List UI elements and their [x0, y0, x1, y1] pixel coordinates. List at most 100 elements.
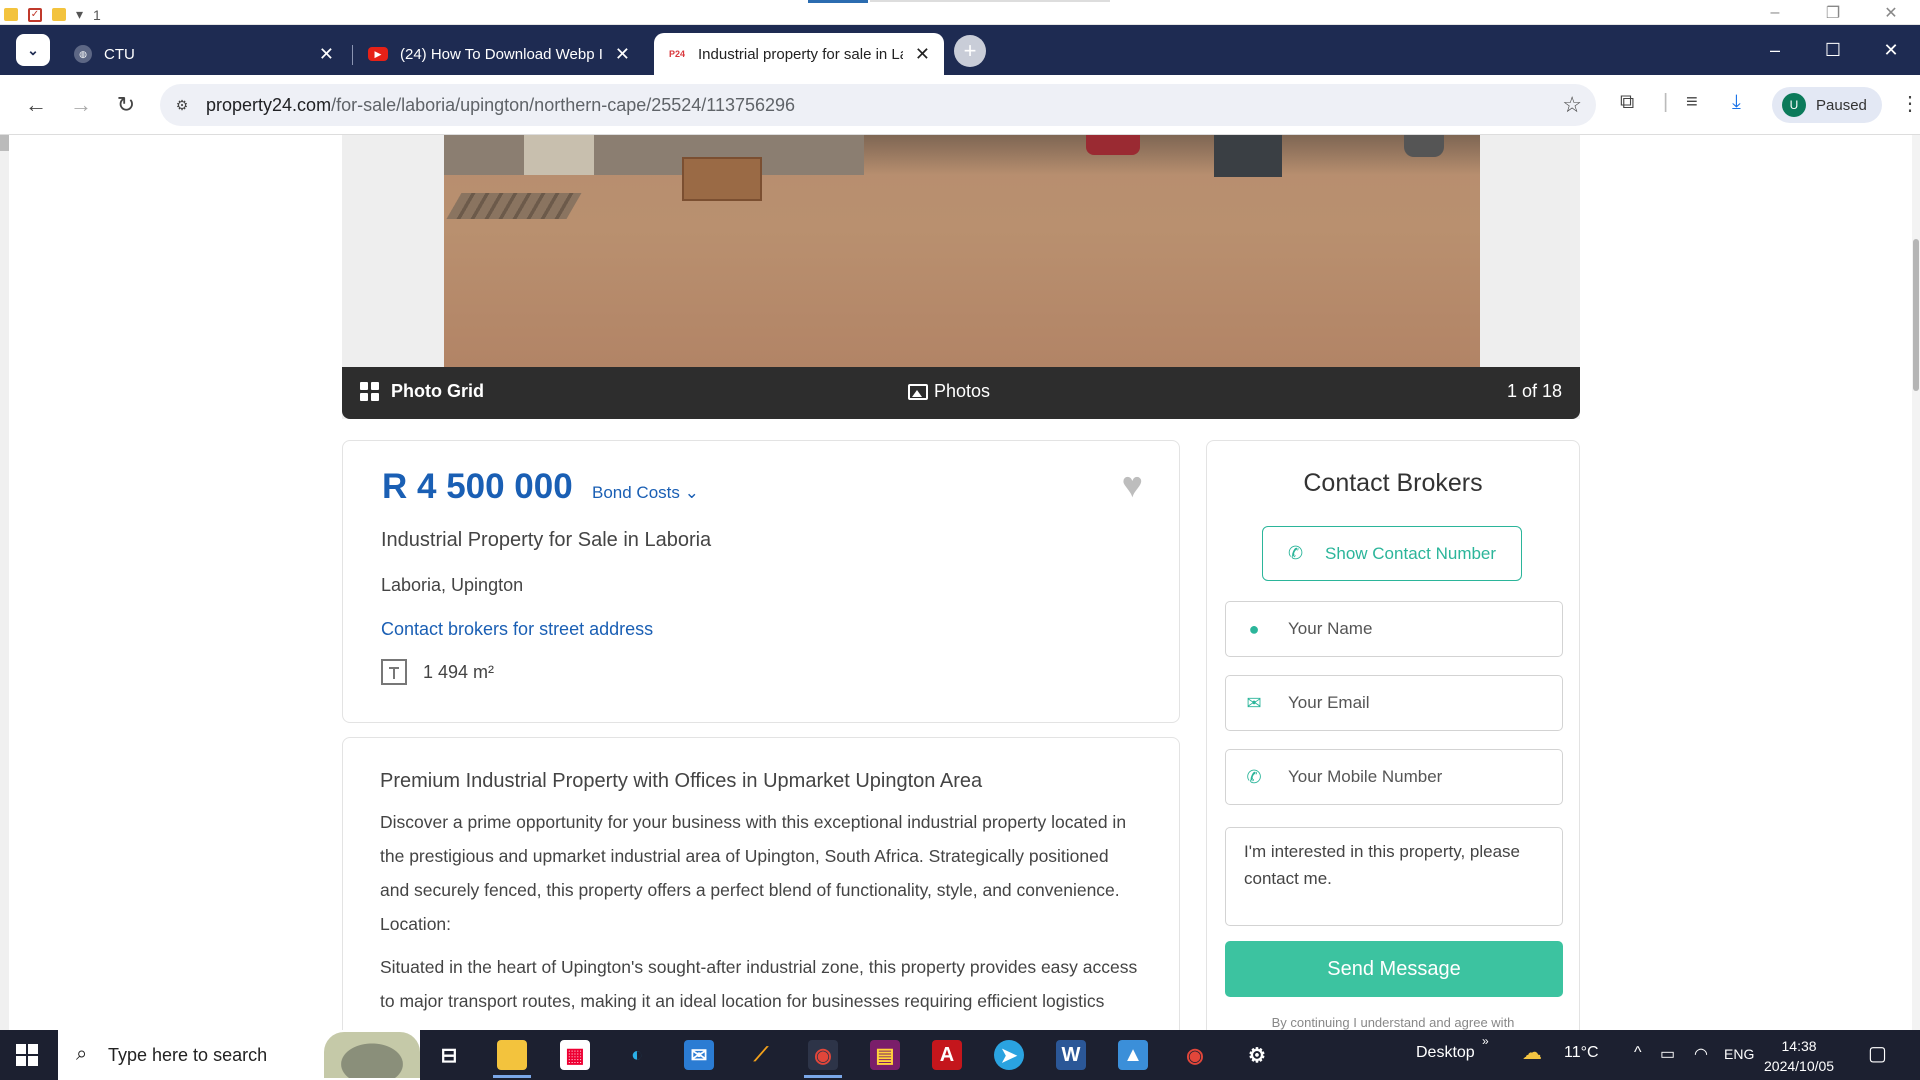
close-icon[interactable]: ✕ [1862, 0, 1920, 25]
clock[interactable]: 14:38 2024/10/05 [1764, 1036, 1834, 1076]
listing-summary-card: R 4 500 000 Bond Costs ⌄ ♥ Industrial Pr… [342, 440, 1180, 723]
chrome-icon[interactable]: ◉ [804, 1040, 842, 1078]
download-icon[interactable]: ⤓ [1732, 91, 1741, 114]
more-menu-icon[interactable]: ⋮ [1900, 91, 1920, 116]
chrome-profile-icon[interactable]: ◉ [1180, 1040, 1210, 1070]
close-tab-icon[interactable]: ✕ [915, 44, 930, 65]
page-viewport: Photo Grid Photos 1 of 18 R 4 500 000 Bo… [0, 135, 1920, 1030]
message-textarea[interactable]: I'm interested in this property, please … [1225, 827, 1563, 926]
search-icon: ⌕ [76, 1043, 88, 1065]
scrollbar-thumb[interactable] [1913, 239, 1919, 391]
property-photo[interactable] [444, 135, 1480, 367]
pen-app-icon[interactable]: ⟋ [746, 1040, 776, 1070]
bookmark-star-icon[interactable]: ☆ [1562, 92, 1582, 118]
show-hidden-icons-icon[interactable]: ^ [1634, 1044, 1642, 1062]
description-paragraph: Situated in the heart of Upington's soug… [380, 957, 1138, 1011]
phone-icon: ✆ [1287, 543, 1304, 563]
description-paragraph: Discover a prime opportunity for your bu… [380, 812, 1127, 900]
windows-taskbar: ⌕ Type here to search ⊟ ▦ ◐ ✉ ⟋ ◉ ▤ A ➤ … [0, 1030, 1920, 1080]
quick-access-toolbar: ✓ ▾ 1 [4, 6, 101, 23]
photos-label: Photos [934, 381, 991, 401]
task-view-icon[interactable]: ⊟ [434, 1040, 464, 1070]
close-tab-icon[interactable]: ✕ [319, 44, 334, 65]
show-contact-number-button[interactable]: ✆ Show Contact Number [1262, 526, 1522, 581]
word-icon[interactable]: W [1056, 1040, 1086, 1070]
grid-icon [360, 382, 379, 401]
mail-icon[interactable]: ✉ [684, 1040, 714, 1070]
minimize-icon[interactable]: – [1746, 25, 1804, 75]
email-placeholder: Your Email [1288, 693, 1370, 712]
contact-brokers-card: Contact Brokers ✆ Show Contact Number ● … [1206, 440, 1580, 1030]
extensions-icon[interactable]: ⧉ [1620, 91, 1634, 114]
tab-title: CTU [104, 45, 135, 63]
tab-ctu[interactable]: ◍ CTU ✕ [60, 33, 348, 75]
toolbar-separator: | [1663, 91, 1669, 113]
settings-gear-icon[interactable]: ⚙ [1242, 1040, 1272, 1070]
wifi-icon[interactable]: ◠ [1694, 1044, 1708, 1064]
photo-counter: 1 of 18 [1506, 381, 1562, 401]
notifications-icon[interactable]: ▢ [1868, 1041, 1887, 1066]
site-info-icon[interactable]: ⚙ [170, 93, 194, 117]
taskbar-search-box[interactable]: ⌕ Type here to search [58, 1030, 420, 1080]
browser-toolbar: ← → ↻ ⚙ property24.com/for-sale/laboria/… [0, 75, 1920, 135]
url-text[interactable]: property24.com/for-sale/laboria/upington… [206, 95, 795, 116]
listing-location: Laboria, Upington [381, 575, 524, 595]
telegram-icon[interactable]: ➤ [994, 1040, 1024, 1070]
favourite-heart-icon[interactable]: ♥ [1122, 467, 1143, 503]
address-bar[interactable]: ⚙ property24.com/for-sale/laboria/upingt… [160, 84, 1596, 126]
description-heading: Premium Industrial Property with Offices… [380, 770, 983, 792]
weather-icon[interactable]: ☁ [1522, 1040, 1542, 1065]
edge-icon[interactable]: ◐ [622, 1040, 652, 1070]
photo-machine [1214, 135, 1282, 177]
page-scrollbar[interactable] [1912, 135, 1920, 1030]
close-icon[interactable]: ✕ [1862, 25, 1920, 75]
file-explorer-icon[interactable] [493, 1040, 531, 1078]
profile-button[interactable]: U Paused [1772, 87, 1882, 123]
profile-status: Paused [1816, 96, 1867, 114]
photos-app-icon[interactable]: ▲ [1118, 1040, 1148, 1070]
tab-youtube[interactable]: ▶ (24) How To Download Webp In ✕ [354, 33, 644, 75]
restore-icon[interactable]: ❐ [1804, 0, 1862, 25]
name-placeholder: Your Name [1288, 619, 1373, 638]
reload-icon[interactable]: ↻ [110, 89, 142, 121]
send-message-button[interactable]: Send Message [1225, 941, 1563, 997]
floor-size: 1 494 m² [381, 659, 494, 685]
contact-title: Contact Brokers [1303, 469, 1483, 497]
email-field[interactable]: ✉ Your Email [1225, 675, 1563, 731]
temperature[interactable]: 11°C [1564, 1044, 1599, 1062]
maximize-icon[interactable]: ☐ [1804, 25, 1862, 75]
photo-planter [682, 157, 762, 201]
microsoft-store-icon[interactable]: ▦ [560, 1040, 590, 1070]
media-controls-icon[interactable]: ≡ [1686, 91, 1698, 114]
photo-grid-button[interactable]: Photo Grid [360, 381, 484, 402]
street-address-link[interactable]: Contact brokers for street address [381, 619, 653, 640]
tab-search-button[interactable]: ⌄ [16, 34, 50, 66]
bond-costs-dropdown[interactable]: Bond Costs ⌄ [592, 483, 699, 503]
desktop-toolbar-label[interactable]: Desktop [1416, 1044, 1475, 1062]
photos-button[interactable]: Photos [908, 381, 990, 402]
windows-start-icon[interactable] [16, 1044, 38, 1066]
name-field[interactable]: ● Your Name [1225, 601, 1563, 657]
new-tab-button[interactable]: + [954, 35, 986, 67]
terms-text: By continuing I understand and agree wit… [1271, 1015, 1515, 1030]
minimize-icon[interactable]: – [1746, 0, 1804, 25]
forward-icon[interactable]: → [65, 89, 97, 121]
mobile-field[interactable]: ✆ Your Mobile Number [1225, 749, 1563, 805]
acrobat-icon[interactable]: A [932, 1040, 962, 1070]
close-tab-icon[interactable]: ✕ [615, 44, 630, 65]
battery-icon[interactable]: ▭ [1660, 1044, 1675, 1064]
winrar-icon[interactable]: ▤ [870, 1040, 900, 1070]
language-indicator[interactable]: ENG [1724, 1046, 1754, 1062]
search-highlight-image [324, 1032, 420, 1078]
clock-time: 14:38 [1781, 1038, 1817, 1054]
dropdown-arrow-icon[interactable]: ▾ [76, 6, 83, 23]
folder-icon[interactable] [52, 8, 66, 21]
back-icon[interactable]: ← [20, 89, 52, 121]
quick-access-number: 1 [93, 6, 101, 23]
checkbox-icon[interactable]: ✓ [28, 7, 42, 22]
tab-property24[interactable]: P24 Industrial property for sale in La ✕ [654, 33, 944, 75]
chevron-right-icon[interactable]: » [1482, 1034, 1489, 1048]
chevron-down-icon: ⌄ [684, 483, 699, 502]
listing-price: R 4 500 000 [382, 467, 573, 506]
folder-icon[interactable] [4, 8, 18, 21]
